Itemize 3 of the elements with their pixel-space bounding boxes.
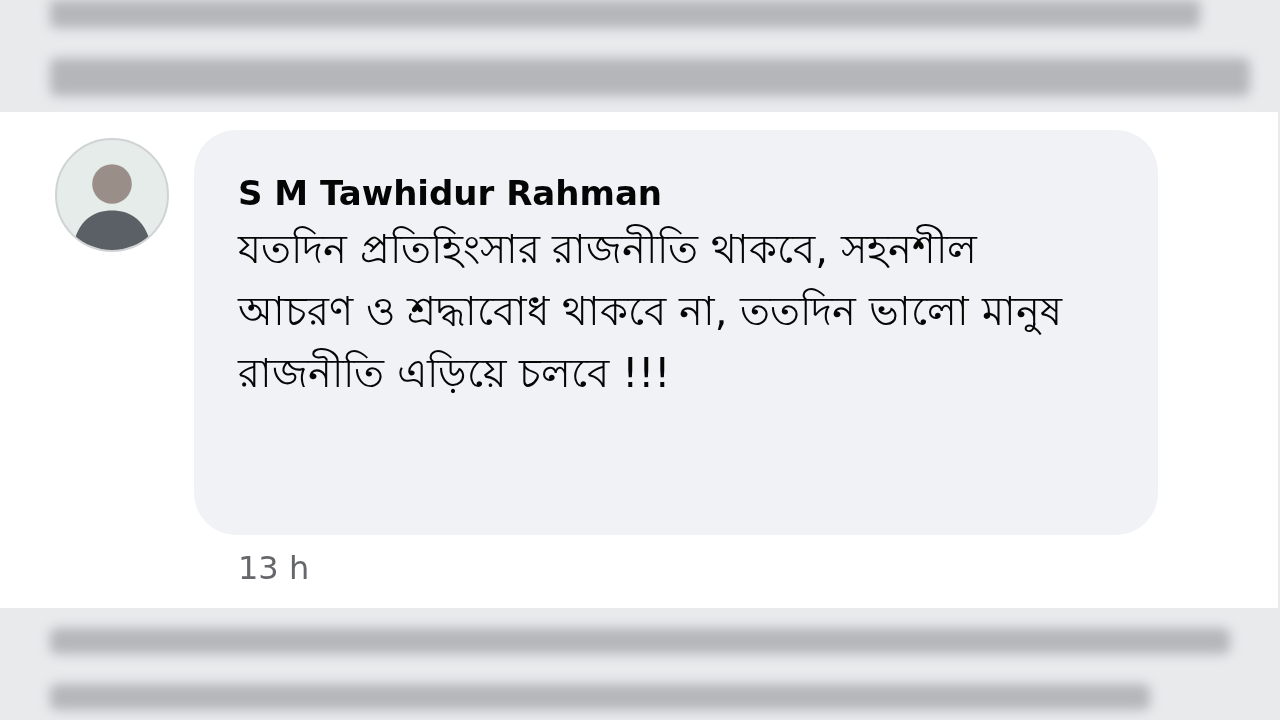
comment-text: যতদিন প্রতিহিংসার রাজনীতি থাকবে, সহনশীল আচরণ ও শ্রদ্ধাবোধ থাকবে না, ততদিন ভালো মানুষ রাজনীতি এড়িয়ে চলবে !!! [238, 223, 1064, 398]
author-name[interactable]: S M Tawhidur Rahman [238, 168, 1114, 218]
timestamp-link[interactable]: 13 h [238, 549, 1158, 587]
